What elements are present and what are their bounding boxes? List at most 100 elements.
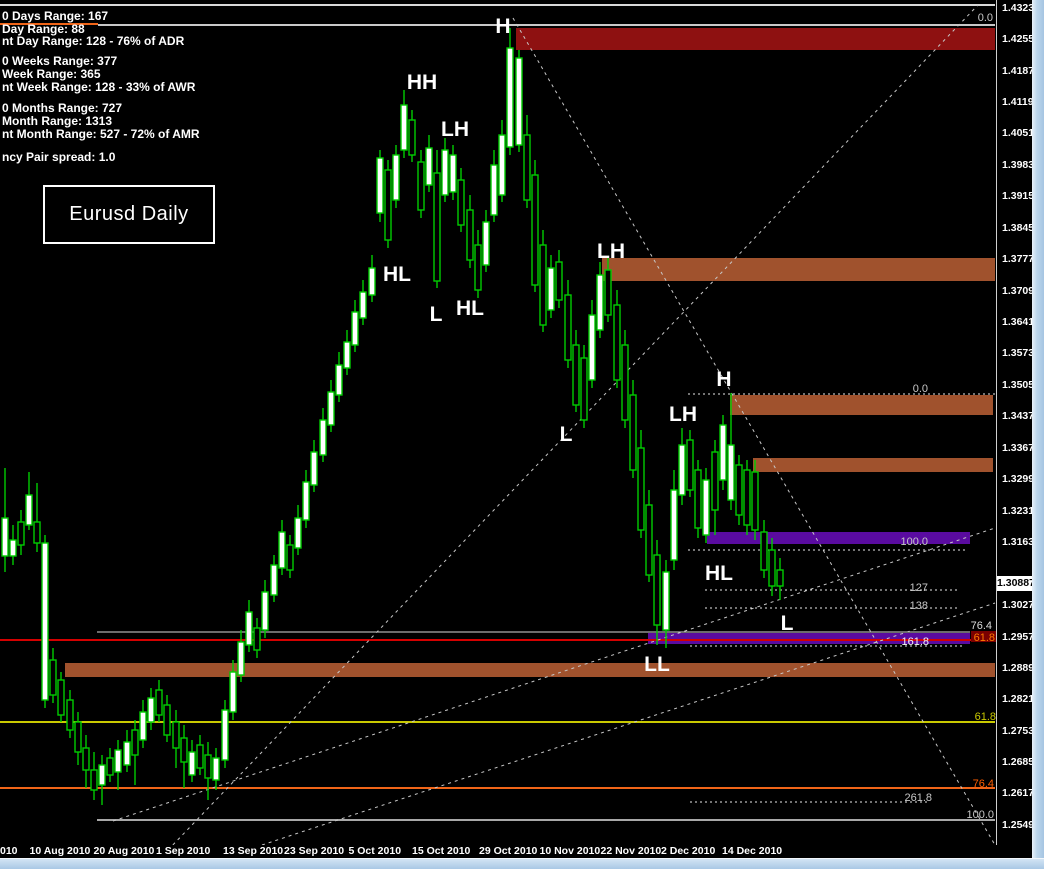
candle-bull xyxy=(320,420,326,455)
candle-bull xyxy=(99,765,105,785)
candle-bull xyxy=(369,268,375,295)
candle-bull xyxy=(507,48,513,147)
candle-bull xyxy=(213,758,219,780)
candle-bull xyxy=(115,750,121,772)
swing-point-label[interactable]: HL xyxy=(456,297,484,320)
fib-level-label: 127 xyxy=(910,582,928,594)
date-axis-label: 5 Oct 2010 xyxy=(349,845,402,857)
candle-bull xyxy=(393,155,399,200)
date-axis-label: 10 Aug 2010 xyxy=(30,845,91,857)
swing-point-label[interactable]: L xyxy=(430,303,443,326)
candle-bear xyxy=(532,175,538,285)
swing-point-label[interactable]: HL xyxy=(383,263,411,286)
candle-bear xyxy=(605,270,611,315)
symbol-label: Eurusd Daily xyxy=(69,203,188,226)
price-chart-canvas[interactable]: 0.00.0100.0127138161.876.461.861.876.426… xyxy=(0,0,1044,869)
date-axis-label: 15 Oct 2010 xyxy=(412,845,470,857)
candle-bull xyxy=(124,742,130,765)
candle-bull xyxy=(26,495,32,525)
candle-bear xyxy=(556,262,562,300)
candle-bear xyxy=(695,470,701,528)
candle-bull xyxy=(230,672,236,712)
swing-point-label[interactable]: LH xyxy=(441,118,469,141)
candle-bear xyxy=(83,748,89,770)
swing-point-label[interactable]: LL xyxy=(644,653,670,676)
candle-bull xyxy=(336,365,342,395)
candle-bull xyxy=(442,150,448,195)
date-axis-label: 29 Oct 2010 xyxy=(479,845,537,857)
candle-bull xyxy=(679,445,685,495)
candle-bear xyxy=(164,705,170,735)
candle-bull xyxy=(426,148,432,185)
current-price-tag: 1.30887 xyxy=(997,576,1032,591)
candle-bear xyxy=(409,120,415,155)
candle-bull xyxy=(42,543,48,700)
window-edge-right xyxy=(1032,0,1044,869)
candle-bear xyxy=(475,245,481,290)
candle-bear xyxy=(418,162,424,210)
candle-bull xyxy=(311,452,317,485)
supply-zone-brown-2[interactable] xyxy=(730,395,993,415)
date-axis[interactable]: 01010 Aug 201020 Aug 20101 Sep 201013 Se… xyxy=(0,845,1032,858)
candle-bear xyxy=(173,722,179,748)
swing-point-label[interactable]: LH xyxy=(597,240,625,263)
candle-bull xyxy=(548,268,554,310)
fib-level-label: 100.0 xyxy=(966,809,994,821)
candle-bear xyxy=(638,448,644,530)
candle-bear xyxy=(581,358,587,420)
date-axis-label: 22 Nov 2010 xyxy=(601,845,662,857)
swing-point-label[interactable]: HH xyxy=(407,71,437,94)
swing-point-label[interactable]: HL xyxy=(705,562,733,585)
date-axis-label: 2 Dec 2010 xyxy=(661,845,715,857)
candle-bull xyxy=(344,342,350,368)
candle-bear xyxy=(58,680,64,715)
candle-bull xyxy=(140,712,146,740)
supply-zone-brown-1[interactable] xyxy=(602,258,995,281)
candle-bear xyxy=(712,452,718,510)
candle-bear xyxy=(181,738,187,762)
swing-point-label[interactable]: L xyxy=(781,612,794,635)
price-axis[interactable]: 1.432301.425501.418701.411901.405101.398… xyxy=(996,0,1032,857)
swing-point-label[interactable]: H xyxy=(495,15,510,38)
fib-level-label: 138 xyxy=(910,600,928,612)
candle-bear xyxy=(540,245,546,325)
fib-level-label: 100.0 xyxy=(900,536,928,548)
candle-bull xyxy=(720,425,726,480)
swing-point-label[interactable]: L xyxy=(560,423,573,446)
candle-bull xyxy=(271,565,277,595)
fib-level-label: 0.0 xyxy=(978,12,993,24)
candle-bear xyxy=(654,555,660,625)
candle-bull xyxy=(728,445,734,500)
fib-level-label: 161.8 xyxy=(901,636,929,648)
fib-level-label: 0.0 xyxy=(913,383,928,395)
demand-zone-brown-low[interactable] xyxy=(65,663,995,677)
candle-bull xyxy=(295,518,301,548)
fib-level-label: 261.8 xyxy=(904,792,932,804)
supply-zone-red[interactable] xyxy=(516,28,995,50)
symbol-label-box[interactable]: Eurusd Daily xyxy=(43,185,215,244)
candle-bear xyxy=(156,690,162,715)
date-axis-label: 23 Sep 2010 xyxy=(284,845,344,857)
candle-bear xyxy=(434,173,440,281)
candle-bull xyxy=(352,312,358,345)
candle-bull xyxy=(148,698,154,722)
candle-bear xyxy=(630,395,636,470)
candle-bull xyxy=(222,710,228,760)
candle-bull xyxy=(499,135,505,195)
supply-zone-brown-3[interactable] xyxy=(753,458,993,472)
swing-point-label[interactable]: H xyxy=(716,368,731,391)
candle-bull xyxy=(597,275,603,330)
candle-bear xyxy=(565,295,571,360)
candle-bear xyxy=(524,135,530,200)
date-axis-label: 13 Sep 2010 xyxy=(223,845,283,857)
candle-bull xyxy=(10,540,16,556)
candle-bull xyxy=(401,105,407,150)
candle-bear xyxy=(91,770,97,790)
candle-bull xyxy=(189,752,195,775)
candle-bull xyxy=(491,165,497,215)
date-axis-label: 1 Sep 2010 xyxy=(156,845,210,857)
candle-bear xyxy=(736,465,742,515)
candle-bear xyxy=(467,210,473,260)
swing-point-label[interactable]: LH xyxy=(669,403,697,426)
candle-bear xyxy=(752,472,758,530)
